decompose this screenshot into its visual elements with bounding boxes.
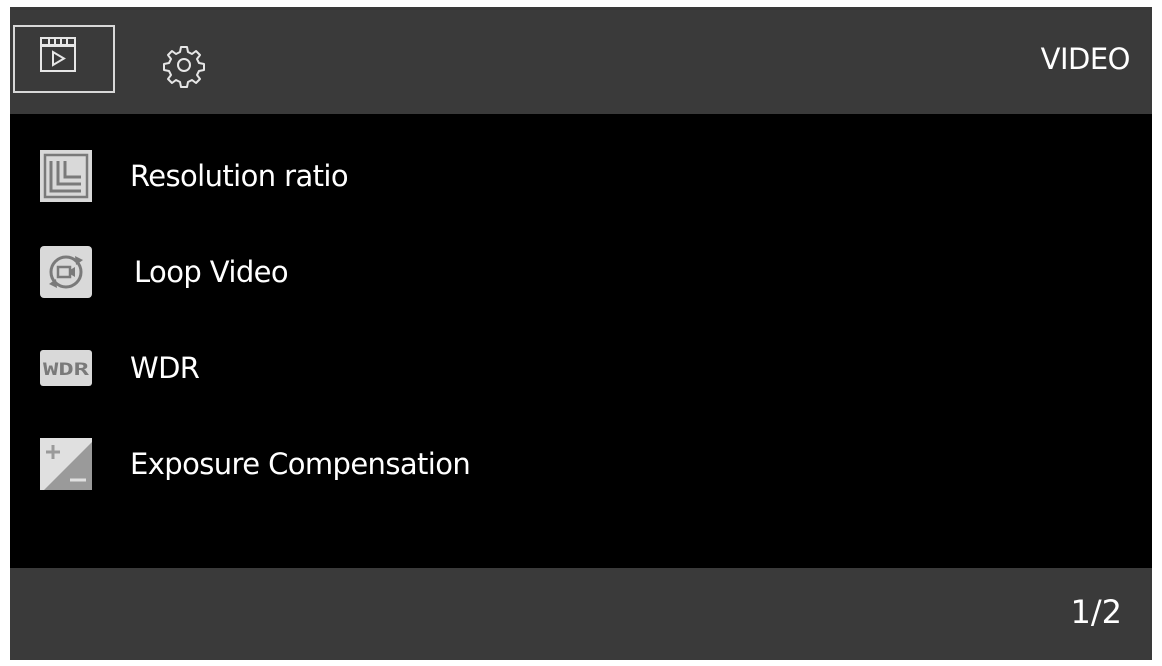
- menu-item-wdr[interactable]: WDR WDR: [10, 318, 1152, 414]
- wdr-icon: WDR: [40, 342, 92, 394]
- settings-menu: Resolution ratio Loop Video WDR WDR Expo…: [10, 114, 1152, 568]
- menu-item-label: WDR: [130, 351, 200, 385]
- menu-item-loop-video[interactable]: Loop Video: [10, 222, 1152, 318]
- menu-item-resolution-ratio[interactable]: Resolution ratio: [10, 126, 1152, 222]
- menu-item-label: Exposure Compensation: [130, 447, 471, 481]
- exposure-compensation-icon: [40, 438, 92, 490]
- menu-item-label: Resolution ratio: [130, 159, 349, 193]
- bottom-bar: 1/2: [10, 568, 1152, 660]
- resolution-icon: [40, 150, 92, 202]
- page-indicator: 1/2: [1070, 593, 1123, 631]
- wdr-icon-text: WDR: [43, 360, 90, 380]
- menu-item-label: Loop Video: [134, 255, 289, 289]
- tab-video[interactable]: [13, 25, 115, 93]
- video-icon: [40, 37, 76, 72]
- top-bar: VIDEO: [10, 7, 1152, 114]
- mode-title: VIDEO: [1040, 42, 1131, 76]
- camera-screen: VIDEO Resolution ratio Loop Video WDR WD…: [10, 7, 1152, 660]
- menu-item-exposure-compensation[interactable]: Exposure Compensation: [10, 414, 1152, 510]
- loop-video-icon: [40, 246, 92, 298]
- gear-icon: [163, 46, 205, 88]
- tab-settings[interactable]: [160, 41, 208, 89]
